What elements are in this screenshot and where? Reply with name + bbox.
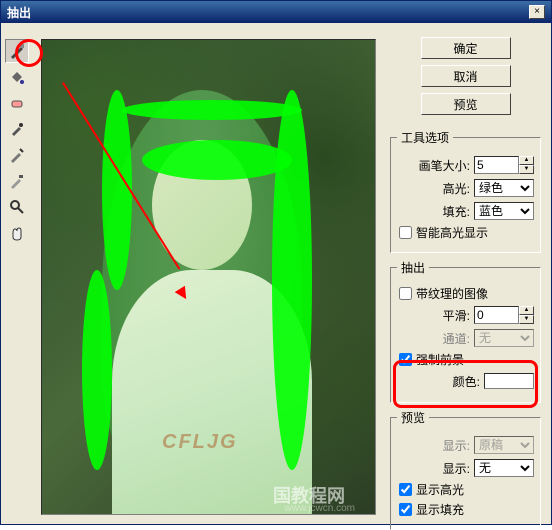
- show-fill-label: 显示填充: [416, 501, 464, 518]
- spin-up-icon[interactable]: ▲: [519, 306, 534, 315]
- cleanup-tool[interactable]: [5, 143, 29, 167]
- extract-dialog: 抽出 ×: [0, 0, 552, 525]
- eraser-tool[interactable]: [5, 91, 29, 115]
- spin-up-icon[interactable]: ▲: [519, 156, 534, 165]
- spin-down-icon[interactable]: ▼: [519, 165, 534, 174]
- action-buttons: 确定 取消 预览: [390, 37, 541, 115]
- preview-button[interactable]: 预览: [421, 93, 511, 115]
- spin-down-icon[interactable]: ▼: [519, 315, 534, 324]
- show-label: 显示:: [443, 437, 470, 454]
- toolbar: [1, 23, 33, 524]
- show-fill-checkbox[interactable]: [399, 503, 412, 516]
- brush-size-label: 画笔大小:: [419, 157, 470, 174]
- smooth-field[interactable]: [474, 306, 519, 324]
- edge-touchup-tool[interactable]: [5, 169, 29, 193]
- force-foreground-label: 强制前景: [416, 351, 464, 368]
- watermark-logo: CFLJG: [162, 431, 238, 454]
- preview-canvas[interactable]: CFLJG 国教程网 www.jcwcn.com: [41, 39, 376, 515]
- show-highlight-label: 显示高光: [416, 481, 464, 498]
- cancel-button[interactable]: 取消: [421, 65, 511, 87]
- watermark-url: www.jcwcn.com: [284, 503, 355, 514]
- highlight-color-label: 高光:: [443, 180, 470, 197]
- eyedropper-tool[interactable]: [5, 117, 29, 141]
- dialog-content: CFLJG 国教程网 www.jcwcn.com 确定 取消 预览 工具选项 画…: [1, 23, 551, 524]
- dialog-title: 抽出: [7, 4, 31, 21]
- brush-size-input[interactable]: ▲▼: [474, 156, 534, 174]
- show-select: 原稿: [474, 436, 534, 454]
- textured-label: 带纹理的图像: [416, 285, 488, 302]
- options-panel: 确定 取消 预览 工具选项 画笔大小: ▲▼ 高光: 绿色: [384, 23, 551, 524]
- extraction-legend: 抽出: [397, 259, 429, 276]
- smooth-label: 平滑:: [443, 307, 470, 324]
- preview-group: 预览 显示: 原稿 显示: 无 显示高光 显示填充: [390, 409, 541, 530]
- hand-tool[interactable]: [5, 221, 29, 245]
- preview-legend: 预览: [397, 409, 429, 426]
- tool-options-legend: 工具选项: [397, 129, 453, 146]
- extraction-group: 抽出 带纹理的图像 平滑: ▲▼ 通道: 无: [390, 259, 541, 403]
- tool-options-group: 工具选项 画笔大小: ▲▼ 高光: 绿色 填充: 蓝色: [390, 129, 541, 253]
- display-label: 显示:: [443, 460, 470, 477]
- textured-checkbox[interactable]: [399, 287, 412, 300]
- fg-color-label: 颜色:: [453, 373, 480, 390]
- zoom-tool[interactable]: [5, 195, 29, 219]
- fg-color-swatch[interactable]: [484, 373, 534, 389]
- fill-color-label: 填充:: [443, 203, 470, 220]
- fill-color-select[interactable]: 蓝色: [474, 202, 534, 220]
- highlight-color-select[interactable]: 绿色: [474, 179, 534, 197]
- titlebar[interactable]: 抽出 ×: [1, 1, 551, 23]
- smart-highlight-checkbox[interactable]: [399, 226, 412, 239]
- edge-highlighter-tool[interactable]: [5, 39, 29, 63]
- smart-highlight-label: 智能高光显示: [416, 224, 488, 241]
- display-select[interactable]: 无: [474, 459, 534, 477]
- force-foreground-checkbox[interactable]: [399, 353, 412, 366]
- channel-select: 无: [474, 329, 534, 347]
- channel-label: 通道:: [443, 330, 470, 347]
- smooth-input[interactable]: ▲▼: [474, 306, 534, 324]
- show-highlight-checkbox[interactable]: [399, 483, 412, 496]
- brush-size-field[interactable]: [474, 156, 519, 174]
- ok-button[interactable]: 确定: [421, 37, 511, 59]
- fill-tool[interactable]: [5, 65, 29, 89]
- close-button[interactable]: ×: [529, 5, 545, 19]
- canvas-area: CFLJG 国教程网 www.jcwcn.com: [33, 23, 384, 524]
